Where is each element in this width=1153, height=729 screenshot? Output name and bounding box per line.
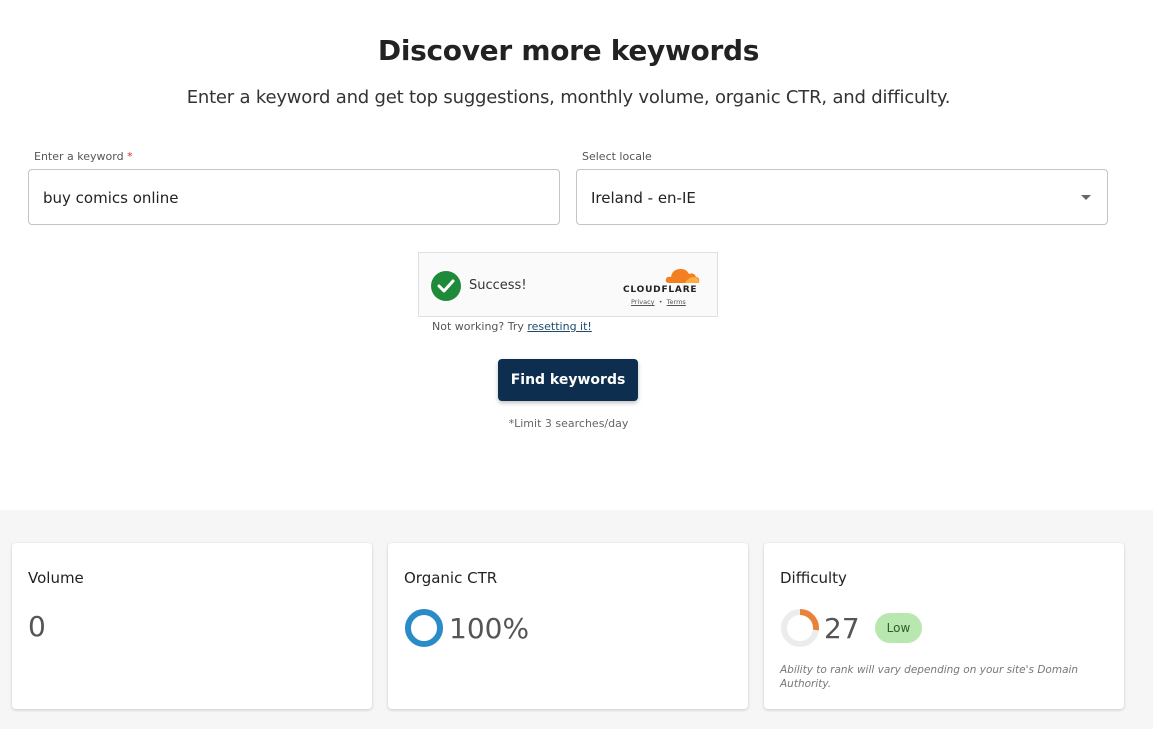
cloudflare-cloud-icon [665, 268, 700, 283]
search-limit-note: *Limit 3 searches/day [508, 417, 629, 430]
locale-selected-value: Ireland - en-IE [591, 189, 696, 207]
volume-card: Volume 0 [12, 543, 372, 709]
difficulty-ring-gauge [781, 609, 819, 647]
locale-select[interactable]: Ireland - en-IE [576, 169, 1108, 225]
checkmark-icon [431, 271, 461, 301]
ctr-title: Organic CTR [404, 569, 498, 587]
captcha-retry-text: Not working? Try resetting it! [432, 320, 592, 333]
link-separator: • [658, 298, 663, 306]
volume-value: 0 [28, 610, 46, 643]
cloudflare-links: Privacy • Terms [631, 298, 686, 306]
cloudflare-logo: CLOUDFLARE Privacy • Terms [623, 265, 703, 309]
difficulty-badge: Low [875, 613, 922, 643]
cloudflare-wordmark: CLOUDFLARE [623, 285, 698, 295]
ctr-ring-fill [405, 609, 443, 647]
keyword-input-text[interactable] [43, 189, 523, 207]
difficulty-value: 27 [824, 612, 860, 645]
locale-label: Select locale [582, 150, 652, 163]
ctr-ring-gauge [405, 609, 443, 647]
keyword-label: Enter a keyword * [34, 150, 133, 163]
page-subtitle: Enter a keyword and get top suggestions,… [186, 87, 951, 108]
privacy-link[interactable]: Privacy [631, 298, 655, 306]
difficulty-title: Difficulty [780, 569, 847, 587]
organic-ctr-card: Organic CTR 100% [388, 543, 748, 709]
ctr-value: 100% [449, 612, 530, 645]
chevron-down-icon[interactable] [1081, 195, 1091, 200]
captcha-status: Success! [469, 278, 527, 293]
captcha-widget[interactable]: Success! CLOUDFLARE Privacy • Terms [418, 252, 718, 317]
find-keywords-button[interactable]: Find keywords [498, 359, 638, 401]
difficulty-note: Ability to rank will vary depending on y… [780, 664, 1079, 690]
volume-title: Volume [28, 569, 84, 587]
reset-captcha-link[interactable]: resetting it! [527, 320, 591, 333]
required-marker: * [127, 150, 133, 163]
page-title: Discover more keywords [377, 34, 760, 67]
terms-link[interactable]: Terms [667, 298, 686, 306]
keyword-input[interactable] [28, 169, 560, 225]
difficulty-card: Difficulty 27 Low Ability to rank will v… [764, 543, 1124, 709]
